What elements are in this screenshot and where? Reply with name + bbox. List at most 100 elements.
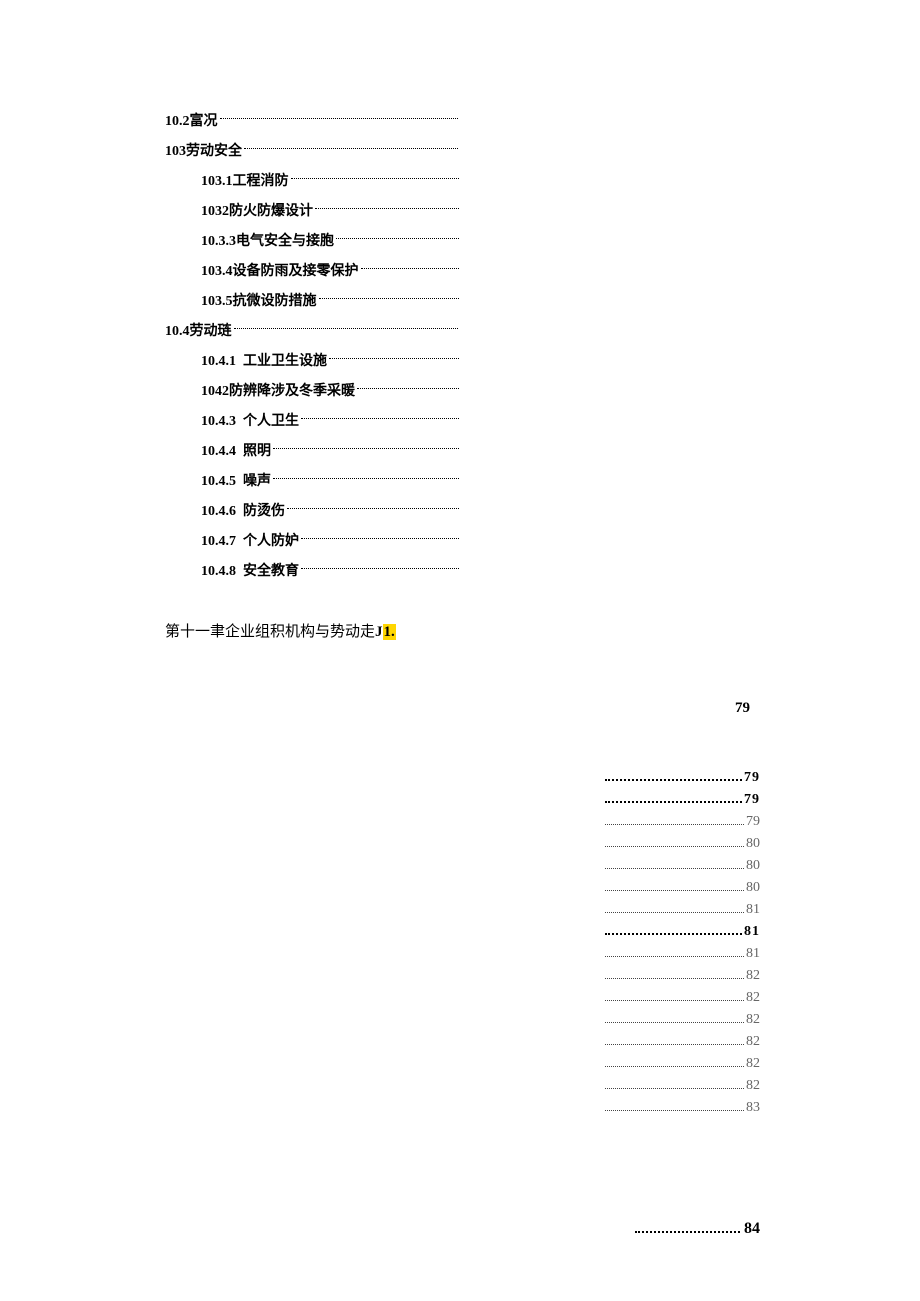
- leader-dots: [605, 838, 744, 847]
- toc-label: 1042防辨降涉及冬季采暖: [201, 380, 355, 400]
- leader-dots: [234, 320, 459, 329]
- toc-upper: 10.2富况 103劳动安全 103.1工程消防 1032防火防爆设计 10.3.3电气…: [165, 110, 790, 580]
- right-page-list: 79 79 79 80 80 80 81 81 81 82 82 82 82 8…: [605, 770, 760, 1122]
- chapter-highlight: 1.: [383, 624, 396, 640]
- page-number: 79: [746, 814, 760, 830]
- page-ref-row: 82: [605, 1056, 760, 1072]
- page-ref-row: 83: [605, 1100, 760, 1116]
- leader-dots: [315, 200, 459, 209]
- leader-dots: [605, 882, 744, 891]
- page-ref-row: 81: [605, 902, 760, 918]
- toc-entry: 10.4.4 照明: [201, 440, 790, 460]
- page-number: 82: [746, 1078, 760, 1094]
- toc-label: 103.5抗微设防措施: [201, 290, 317, 310]
- toc-label: 10.2富况: [165, 110, 218, 130]
- toc-label: 103劳动安全: [165, 140, 242, 160]
- page-number: 80: [746, 858, 760, 874]
- page-number: 81: [746, 902, 760, 918]
- toc-entry: 103.1工程消防: [201, 170, 790, 190]
- toc-label: 10.4.3 个人卫生: [201, 410, 299, 430]
- page-ref-row: 80: [605, 836, 760, 852]
- page-number: 82: [746, 1012, 760, 1028]
- page-ref-row: 82: [605, 1034, 760, 1050]
- toc-entry: 10.4劳动琏: [165, 320, 790, 340]
- page-number: 80: [746, 836, 760, 852]
- leader-dots: [605, 793, 742, 803]
- leader-dots: [605, 771, 742, 781]
- toc-label: 10.4.1 工业卫生设施: [201, 350, 327, 370]
- page-number: 81: [744, 924, 760, 940]
- toc-label: 1032防火防爆设计: [201, 200, 313, 220]
- toc-entry: 103劳动安全: [165, 140, 790, 160]
- page-number: 80: [746, 880, 760, 896]
- page-ref-row: 80: [605, 858, 760, 874]
- document-page: 10.2富况 103劳动安全 103.1工程消防 1032防火防爆设计 10.3.3电气…: [0, 0, 920, 641]
- page-number: 82: [746, 990, 760, 1006]
- toc-label: 103.1工程消防: [201, 170, 289, 190]
- page-ref-row: 82: [605, 990, 760, 1006]
- leader-dots: [605, 1102, 744, 1111]
- toc-entry: 10.4.3 个人卫生: [201, 410, 790, 430]
- toc-entry: 1032防火防爆设计: [201, 200, 790, 220]
- leader-dots: [287, 500, 459, 509]
- page-ref-row: 82: [605, 968, 760, 984]
- leader-dots: [605, 1058, 744, 1067]
- toc-label: 10.4.4 照明: [201, 440, 271, 460]
- page-number: 79: [744, 792, 760, 808]
- leader-dots: [301, 560, 459, 569]
- page-ref-row: 81: [605, 924, 760, 940]
- page-number: 79: [744, 770, 760, 786]
- leader-dots: [605, 816, 744, 825]
- page-number: 82: [746, 1034, 760, 1050]
- toc-entry: 10.4.7 个人防妒: [201, 530, 790, 550]
- page-number: 81: [746, 946, 760, 962]
- leader-dots: [291, 170, 460, 179]
- toc-entry: 1042防辨降涉及冬季采暖: [201, 380, 790, 400]
- toc-label: 10.4.7 个人防妒: [201, 530, 299, 550]
- toc-entry: 10.4.1 工业卫生设施: [201, 350, 790, 370]
- chapter-heading: 第十一聿企业组积机构与势动走J1.: [165, 620, 790, 641]
- toc-entry: 10.4.8 安全教育: [201, 560, 790, 580]
- page-number: 84: [744, 1220, 760, 1238]
- toc-entry: 10.4.6 防烫伤: [201, 500, 790, 520]
- page-ref-row: 80: [605, 880, 760, 896]
- leader-dots: [635, 1221, 740, 1233]
- leader-dots: [336, 230, 459, 239]
- bottom-page-entry: 84: [635, 1220, 760, 1238]
- leader-dots: [301, 530, 459, 539]
- leader-dots: [273, 470, 459, 479]
- toc-label: 10.4劳动琏: [165, 320, 232, 340]
- toc-label: 10.3.3电气安全与接胞: [201, 230, 334, 250]
- toc-label: 103.4设备防雨及接零保护: [201, 260, 359, 280]
- leader-dots: [605, 1036, 744, 1045]
- chapter-suffix: J: [375, 624, 383, 640]
- leader-dots: [220, 110, 459, 119]
- leader-dots: [605, 992, 744, 1001]
- leader-dots: [605, 904, 744, 913]
- leader-dots: [605, 925, 742, 935]
- page-ref-row: 82: [605, 1078, 760, 1094]
- toc-label: 10.4.8 安全教育: [201, 560, 299, 580]
- toc-entry: 10.3.3电气安全与接胞: [201, 230, 790, 250]
- leader-dots: [273, 440, 459, 449]
- toc-label: 10.4.6 防烫伤: [201, 500, 285, 520]
- toc-entry: 10.4.5 噪声: [201, 470, 790, 490]
- leader-dots: [329, 350, 459, 359]
- page-number: 82: [746, 968, 760, 984]
- page-ref-row: 79: [605, 792, 760, 808]
- leader-dots: [319, 290, 460, 299]
- page-ref-row: 79: [605, 770, 760, 786]
- toc-entry: 103.4设备防雨及接零保护: [201, 260, 790, 280]
- leader-dots: [605, 860, 744, 869]
- toc-entry: 103.5抗微设防措施: [201, 290, 790, 310]
- leader-dots: [605, 1014, 744, 1023]
- leader-dots: [357, 380, 459, 389]
- leader-dots: [244, 140, 458, 149]
- leader-dots: [605, 1080, 744, 1089]
- page-number: 83: [746, 1100, 760, 1116]
- toc-entry: 10.2富况: [165, 110, 790, 130]
- leader-dots: [605, 970, 744, 979]
- leader-dots: [605, 948, 744, 957]
- page-number-top: 79: [735, 700, 750, 717]
- leader-dots: [361, 260, 460, 269]
